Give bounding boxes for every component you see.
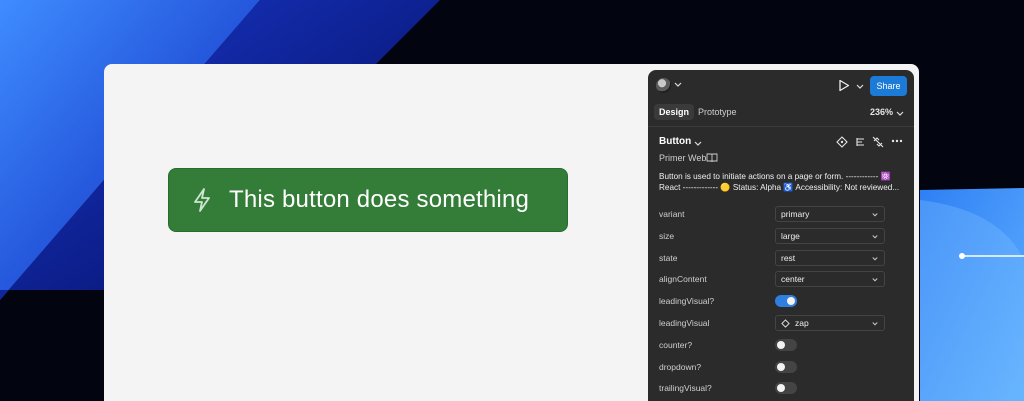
chevron-down-icon [872,257,878,261]
counter-toggle[interactable] [775,339,797,351]
size-select[interactable]: large [775,228,885,244]
book-icon[interactable] [706,153,718,163]
property-label: size [659,231,675,241]
property-row-trailing-visual: trailingVisual? [659,380,909,396]
play-icon[interactable] [838,79,850,92]
select-value: center [781,274,805,284]
component-description: Button is used to initiate actions on a … [659,171,909,193]
zoom-level[interactable]: 236% [870,107,893,117]
library-name: Primer Web [659,153,707,163]
description-line: React ------------- 🟡 Status: Alpha ♿ Ac… [659,183,900,192]
detach-icon[interactable] [872,136,884,148]
property-row-align-content: alignContent center [659,271,909,287]
property-row-size: size large [659,228,909,244]
description-line: Button is used to initiate actions on a … [659,172,891,181]
diamond-icon [781,318,790,328]
tab-prototype[interactable]: Prototype [698,107,737,117]
chevron-down-icon [872,235,878,239]
trailing-visual-toggle[interactable] [775,382,797,394]
demo-button-label: This button does something [229,186,530,213]
toggle-knob [777,363,785,371]
property-row-leading-visual-toggle: leadingVisual? [659,293,909,309]
align-content-select[interactable]: center [775,271,885,287]
chevron-down-icon[interactable] [694,139,702,147]
toggle-knob [777,341,785,349]
demo-primary-button[interactable]: This button does something [168,168,568,232]
zap-icon [194,188,210,212]
select-value: large [781,231,800,241]
component-name[interactable]: Button [659,136,691,147]
more-icon[interactable] [891,139,903,143]
toggle-knob [787,297,795,305]
select-value: rest [781,253,796,263]
leading-visual-toggle[interactable] [775,295,797,307]
panel-tabs: Design Prototype 236% [648,101,914,123]
chevron-down-icon [872,213,878,217]
property-label: leadingVisual [659,318,710,328]
toggle-knob [777,384,785,392]
chevron-down-icon[interactable] [674,80,682,88]
property-row-leading-visual: leadingVisual zap [659,315,909,331]
select-value: primary [781,209,810,219]
property-label: leadingVisual? [659,296,715,306]
chevron-down-icon[interactable] [856,82,864,90]
tab-design[interactable]: Design [654,104,695,120]
property-label: state [659,253,678,263]
property-label: dropdown? [659,362,702,372]
chevron-down-icon[interactable] [896,109,904,117]
canvas[interactable]: This button does something Share Design … [104,64,919,401]
panel-topbar: Share [648,70,914,100]
variant-select[interactable]: primary [775,206,885,222]
chevron-down-icon [872,278,878,282]
leading-visual-select[interactable]: zap [775,315,885,331]
properties-panel: Share Design Prototype 236% Button Prime… [648,70,914,401]
property-row-dropdown: dropdown? [659,359,909,375]
chevron-down-icon [872,322,878,326]
component-diamond-icon[interactable] [836,136,848,148]
property-row-state: state rest [659,250,909,266]
layers-icon[interactable] [854,136,866,148]
avatar[interactable] [656,78,671,93]
property-label: alignContent [659,274,707,284]
property-row-counter: counter? [659,337,909,353]
property-label: counter? [659,340,693,350]
property-row-variant: variant primary [659,206,909,222]
dropdown-toggle[interactable] [775,361,797,373]
state-select[interactable]: rest [775,250,885,266]
select-value: zap [795,318,809,328]
divider [648,126,914,127]
property-label: variant [659,209,685,219]
property-label: trailingVisual? [659,383,712,393]
share-button[interactable]: Share [870,76,907,96]
